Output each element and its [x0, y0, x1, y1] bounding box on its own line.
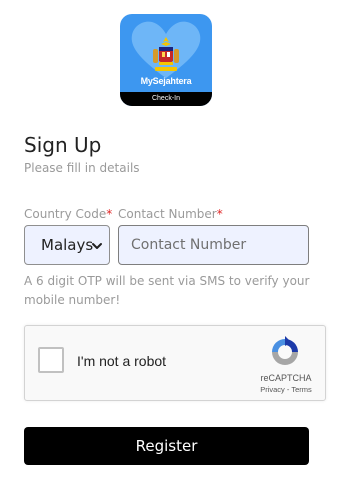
- check-in-band: Check-In: [120, 92, 212, 106]
- contact-number-label: Contact Number*: [118, 207, 223, 221]
- country-code-label: Country Code*: [24, 207, 112, 221]
- privacy-link[interactable]: Privacy: [260, 385, 285, 394]
- country-code-label-text: Country Code: [24, 207, 107, 221]
- recaptcha-brand: reCAPTCHA: [260, 373, 312, 383]
- contact-number-label-text: Contact Number: [118, 207, 217, 221]
- app-logo: MySejahtera Check-In: [120, 14, 212, 106]
- terms-link[interactable]: Terms: [291, 385, 311, 394]
- recaptcha-widget: I'm not a robot reCAPTCHA Privacy - Term…: [24, 325, 326, 401]
- required-marker: *: [106, 207, 113, 221]
- page-title: Sign Up: [24, 133, 102, 157]
- recaptcha-checkbox[interactable]: [38, 347, 64, 373]
- country-code-value: Malaysia: [41, 236, 93, 254]
- app-name: MySejahtera: [140, 76, 192, 86]
- recaptcha-links: Privacy - Terms: [251, 385, 321, 394]
- recaptcha-icon: [272, 336, 298, 365]
- contact-number-input[interactable]: [118, 225, 309, 265]
- otp-note: A 6 digit OTP will be sent via SMS to ve…: [24, 274, 310, 307]
- required-marker: *: [216, 207, 223, 221]
- coat-of-arms-icon: [153, 37, 179, 71]
- chevron-down-icon: [92, 243, 102, 249]
- register-button[interactable]: Register: [24, 427, 309, 465]
- recaptcha-label: I'm not a robot: [77, 353, 167, 369]
- page-subtitle: Please fill in details: [24, 161, 140, 175]
- country-code-select[interactable]: Malaysia: [24, 225, 110, 265]
